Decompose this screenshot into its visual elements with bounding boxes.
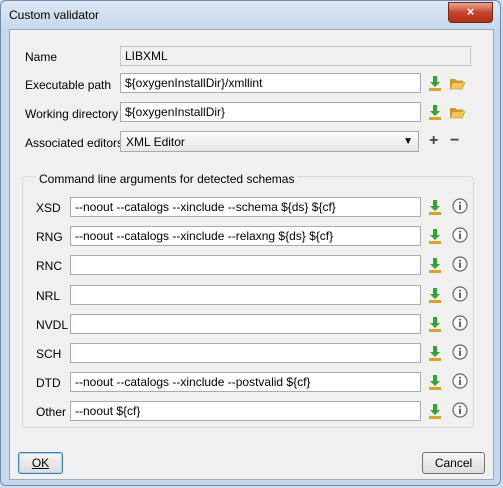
insert-editor-variable-icon[interactable] — [427, 316, 443, 332]
chevron-down-icon: ▼ — [403, 136, 413, 147]
info-icon[interactable] — [452, 286, 468, 302]
schema-arguments-field[interactable]: --noout --catalogs --xinclude --schema $… — [70, 197, 421, 217]
schema-label: NVDL — [36, 318, 69, 332]
add-editor-button[interactable]: + — [429, 133, 438, 149]
info-icon[interactable] — [452, 402, 468, 418]
insert-editor-variable-icon[interactable] — [427, 199, 443, 215]
info-icon[interactable] — [452, 315, 468, 331]
schema-arguments-field[interactable]: --noout --catalogs --xinclude --relaxng … — [70, 226, 421, 246]
insert-editor-variable-icon[interactable] — [427, 403, 443, 419]
associated-editors-select[interactable]: XML Editor ▼ — [120, 131, 419, 152]
close-button[interactable]: × — [448, 2, 493, 23]
window-title: Custom validator — [9, 8, 100, 22]
schema-label: RNG — [36, 230, 63, 244]
schema-label: NRL — [36, 289, 61, 303]
insert-editor-variable-icon[interactable] — [427, 228, 443, 244]
cancel-button[interactable]: Cancel — [422, 452, 485, 474]
schema-arguments-field[interactable] — [70, 285, 421, 305]
executable-path-field[interactable]: ${oxygenInstallDir}/xmllint — [120, 73, 421, 93]
info-icon[interactable] — [452, 227, 468, 243]
schema-label: XSD — [36, 201, 61, 215]
insert-editor-variable-icon[interactable] — [427, 287, 443, 303]
schema-label: RNC — [36, 259, 62, 273]
working-directory-label: Working directory — [25, 107, 119, 121]
schema-arguments-field[interactable] — [70, 343, 421, 363]
associated-editors-label: Associated editors — [25, 136, 124, 150]
schema-arguments-title: Command line arguments for detected sche… — [36, 172, 298, 186]
schema-label: DTD — [36, 376, 61, 390]
schema-label: SCH — [36, 347, 62, 361]
working-directory-field[interactable]: ${oxygenInstallDir} — [120, 102, 421, 122]
remove-editor-button[interactable]: − — [450, 133, 459, 149]
ok-button[interactable]: OK — [18, 452, 63, 474]
schema-arguments-field[interactable]: --noout ${cf} — [70, 401, 421, 421]
name-field[interactable]: LIBXML — [120, 46, 471, 66]
info-icon[interactable] — [452, 344, 468, 360]
associated-editors-value: XML Editor — [126, 135, 185, 149]
insert-editor-variable-icon[interactable] — [427, 257, 443, 273]
info-icon[interactable] — [452, 198, 468, 214]
insert-editor-variable-icon[interactable] — [427, 75, 443, 91]
schema-label: Other — [36, 405, 67, 419]
browse-folder-icon[interactable] — [449, 104, 465, 120]
schema-arguments-field[interactable]: --noout --catalogs --xinclude --postvali… — [70, 372, 421, 392]
info-icon[interactable] — [452, 256, 468, 272]
schema-arguments-field[interactable] — [70, 314, 421, 334]
schema-arguments-field[interactable] — [70, 255, 421, 275]
insert-editor-variable-icon[interactable] — [427, 374, 443, 390]
browse-folder-icon[interactable] — [449, 75, 465, 91]
name-label: Name — [25, 50, 58, 64]
insert-editor-variable-icon[interactable] — [427, 345, 443, 361]
insert-editor-variable-icon[interactable] — [427, 104, 443, 120]
title-bar: Custom validator × — [1, 1, 500, 29]
info-icon[interactable] — [452, 373, 468, 389]
executable-path-label: Executable path — [25, 78, 112, 92]
